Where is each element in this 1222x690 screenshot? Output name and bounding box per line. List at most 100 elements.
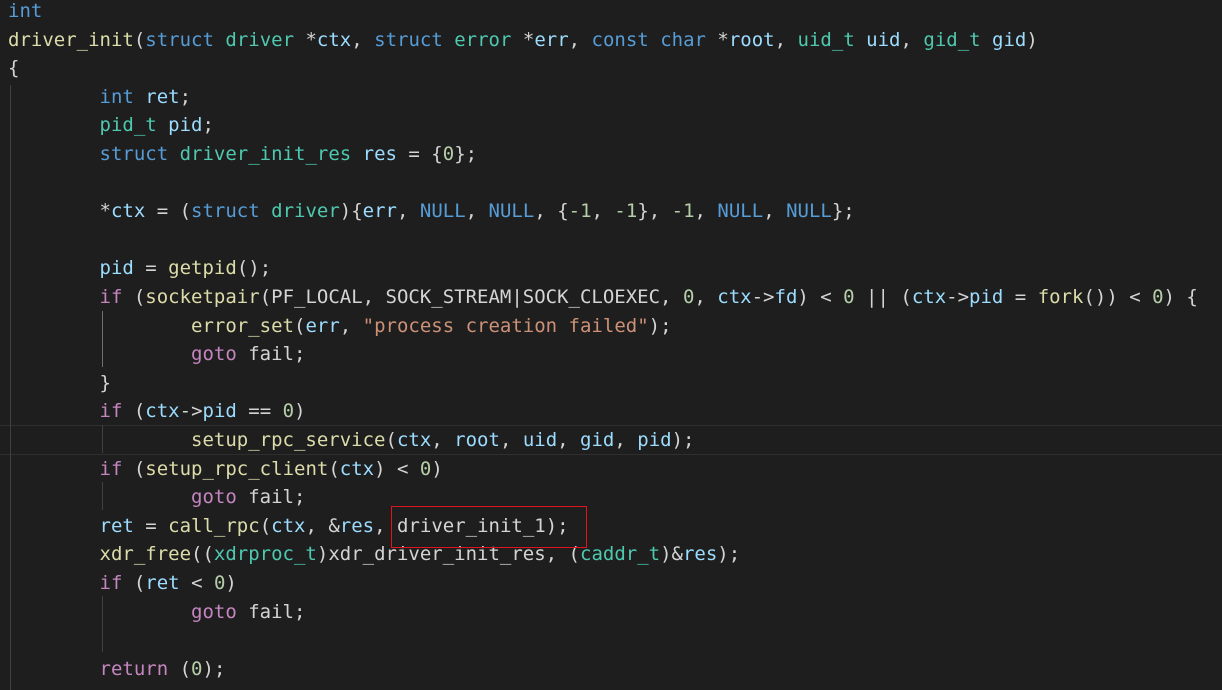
code-token: NULL <box>488 200 535 223</box>
code-line[interactable]: } <box>8 369 111 398</box>
code-line[interactable]: setup_rpc_service(ctx, root, uid, gid, p… <box>8 426 694 455</box>
code-token: , <box>351 28 375 51</box>
code-token: ( <box>122 457 146 480</box>
code-token: uid_t <box>797 28 855 51</box>
code-token: * <box>511 28 535 51</box>
code-token: ( <box>259 514 272 537</box>
highlight-box <box>391 506 587 548</box>
code-token: , <box>763 200 787 223</box>
code-token: = <box>1003 286 1038 308</box>
code-token: , <box>557 429 581 451</box>
code-line[interactable]: goto fail; <box>8 340 305 369</box>
code-token: -1 <box>568 200 592 223</box>
code-token: || ( <box>854 286 912 308</box>
code-line[interactable]: error_set(err, "process creation failed"… <box>8 312 672 341</box>
code-token: ); <box>671 429 695 451</box>
code-token: root <box>454 429 500 451</box>
code-line[interactable]: if (ctx->pid == 0) <box>8 397 306 426</box>
code-line[interactable]: pid = getpid(); <box>8 254 272 283</box>
code-token: fail; <box>236 343 306 366</box>
code-token: (( <box>191 543 214 566</box>
code-token: ctx <box>145 400 180 423</box>
code-token: uid <box>866 28 901 51</box>
code-editor[interactable]: int driver_init(struct driver *ctx, struc… <box>0 0 1222 690</box>
code-line[interactable]: int ret; <box>8 83 192 112</box>
code-line[interactable]: if (setup_rpc_client(ctx) < 0) <box>8 455 443 484</box>
code-token: ( <box>328 457 340 480</box>
code-line[interactable]: pid_t pid; <box>8 111 214 140</box>
code-token: ctx <box>271 514 306 537</box>
code-token: ( <box>385 429 397 451</box>
code-token: ) < <box>797 286 844 308</box>
code-token: 0 <box>682 286 695 308</box>
code-token: int <box>8 0 43 22</box>
code-token: driver <box>271 200 340 223</box>
code-token: const <box>591 28 649 51</box>
code-token: -> <box>179 400 203 423</box>
code-token: err <box>534 28 569 51</box>
code-token: ret <box>99 514 134 537</box>
code-line[interactable]: goto fail; <box>8 483 305 512</box>
code-token: root <box>728 28 775 51</box>
code-token: ( <box>168 657 192 680</box>
code-line[interactable]: if (ret < 0) <box>8 569 237 598</box>
code-token: = <box>133 257 169 280</box>
code-token: goto <box>191 343 237 366</box>
code-token: res <box>682 543 718 566</box>
code-line[interactable]: *ctx = (struct driver){err, NULL, NULL, … <box>8 197 855 226</box>
code-token: ret <box>145 85 180 108</box>
code-token: ) { <box>1163 286 1198 308</box>
code-token: -> <box>751 286 775 308</box>
code-token: struct <box>99 143 169 165</box>
code-line[interactable]: struct driver_init_res res = {0}; <box>8 140 478 169</box>
code-line[interactable]: int <box>8 0 42 26</box>
code-token: if <box>99 457 123 480</box>
code-token: = ( <box>145 200 192 223</box>
code-token: socketpair <box>145 286 260 308</box>
code-token: , <box>694 200 718 223</box>
code-token: NULL <box>717 200 764 223</box>
code-token: }; <box>831 200 855 223</box>
code-line[interactable]: if (socketpair(PF_LOCAL, SOCK_STREAM|SOC… <box>8 283 1198 312</box>
code-token: if <box>99 572 123 594</box>
code-line[interactable]: goto fail; <box>8 598 305 627</box>
code-token: "process creation failed" <box>362 314 649 337</box>
code-token: struct <box>374 28 443 51</box>
code-token: }; <box>454 143 478 165</box>
code-token: , & <box>305 514 340 537</box>
code-token: ()) < <box>1083 286 1153 308</box>
code-token: ; <box>202 114 214 137</box>
code-token: ( <box>122 286 146 308</box>
code-token: { <box>8 57 20 80</box>
code-token: pid <box>168 114 203 137</box>
code-token: ){ <box>339 200 363 223</box>
code-token: = <box>133 514 169 537</box>
code-token: getpid <box>168 257 237 280</box>
code-token: , <box>591 200 615 223</box>
code-token: 0 <box>1152 286 1164 308</box>
code-token: ) <box>431 457 443 480</box>
code-token: caddr_t <box>580 543 661 566</box>
code-line[interactable]: driver_init(struct driver *ctx, struct e… <box>8 26 1038 55</box>
code-token: gid <box>580 429 615 451</box>
code-token: ctx <box>110 200 146 223</box>
code-token: driver <box>225 28 295 51</box>
code-token: 0 <box>191 657 203 680</box>
code-line[interactable]: xdr_free((xdrproc_t)xdr_driver_init_res,… <box>8 540 741 569</box>
code-token: pid <box>637 429 672 451</box>
code-token: ); <box>648 314 672 337</box>
code-token: uid <box>522 429 558 451</box>
code-token: err <box>362 200 397 223</box>
code-token: ) <box>225 572 237 594</box>
code-line[interactable]: return (0); <box>8 655 226 684</box>
code-line[interactable]: { <box>8 54 19 83</box>
